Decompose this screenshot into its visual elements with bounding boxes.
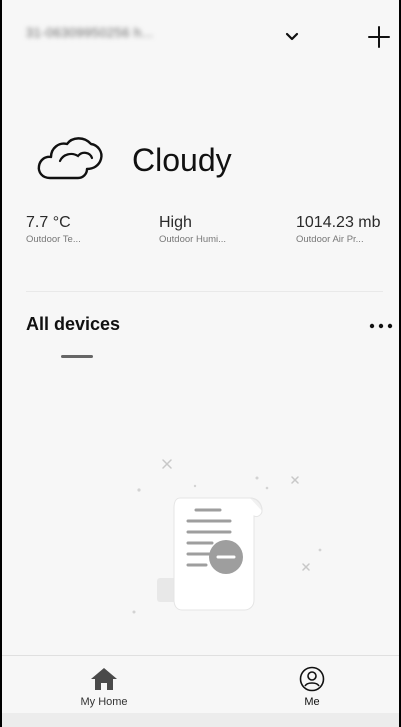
air-pressure-label: Outdoor Air Pr...: [296, 234, 364, 245]
app-screen: 31-06309950256 h... Cloudy 7.7 °C Outdoo…: [0, 0, 401, 727]
chevron-down-icon: [285, 32, 299, 41]
home-icon: [91, 668, 117, 690]
nav-my-home-label: My Home: [80, 696, 128, 708]
outdoor-air-pressure: 1014.23 mb Outdoor Air Pr...: [296, 214, 381, 247]
empty-document-icon: [132, 459, 322, 614]
tab-all-devices[interactable]: All devices: [26, 314, 120, 335]
outdoor-humidity: High Outdoor Humi...: [159, 214, 226, 247]
outdoor-temperature: 7.7 °C Outdoor Te...: [26, 214, 81, 247]
humidity-value: High: [159, 214, 192, 231]
nav-me[interactable]: Me: [252, 656, 372, 714]
air-pressure-value: 1014.23 mb: [296, 214, 381, 231]
active-tab-indicator: [61, 355, 93, 358]
home-name[interactable]: 31-06309950256 h...: [26, 25, 154, 40]
more-options-button[interactable]: [366, 314, 396, 338]
weather-summary: Cloudy: [36, 130, 232, 190]
bottom-navigation: My Home Me: [2, 655, 399, 714]
section-divider: [26, 291, 383, 292]
temperature-label: Outdoor Te...: [26, 234, 81, 245]
temperature-value: 7.7 °C: [26, 214, 71, 231]
cloud-icon: [37, 137, 103, 180]
nav-my-home[interactable]: My Home: [44, 656, 164, 714]
add-button[interactable]: [364, 22, 394, 52]
plus-icon: [368, 26, 390, 48]
weather-condition: Cloudy: [132, 141, 232, 178]
top-bar: 31-06309950256 h...: [2, 0, 399, 80]
more-dots-icon: [369, 323, 393, 329]
system-home-bar: [2, 713, 399, 727]
user-circle-icon: [299, 666, 325, 692]
home-selector-dropdown[interactable]: [280, 26, 304, 48]
humidity-label: Outdoor Humi...: [159, 234, 227, 245]
nav-me-label: Me: [304, 696, 320, 708]
